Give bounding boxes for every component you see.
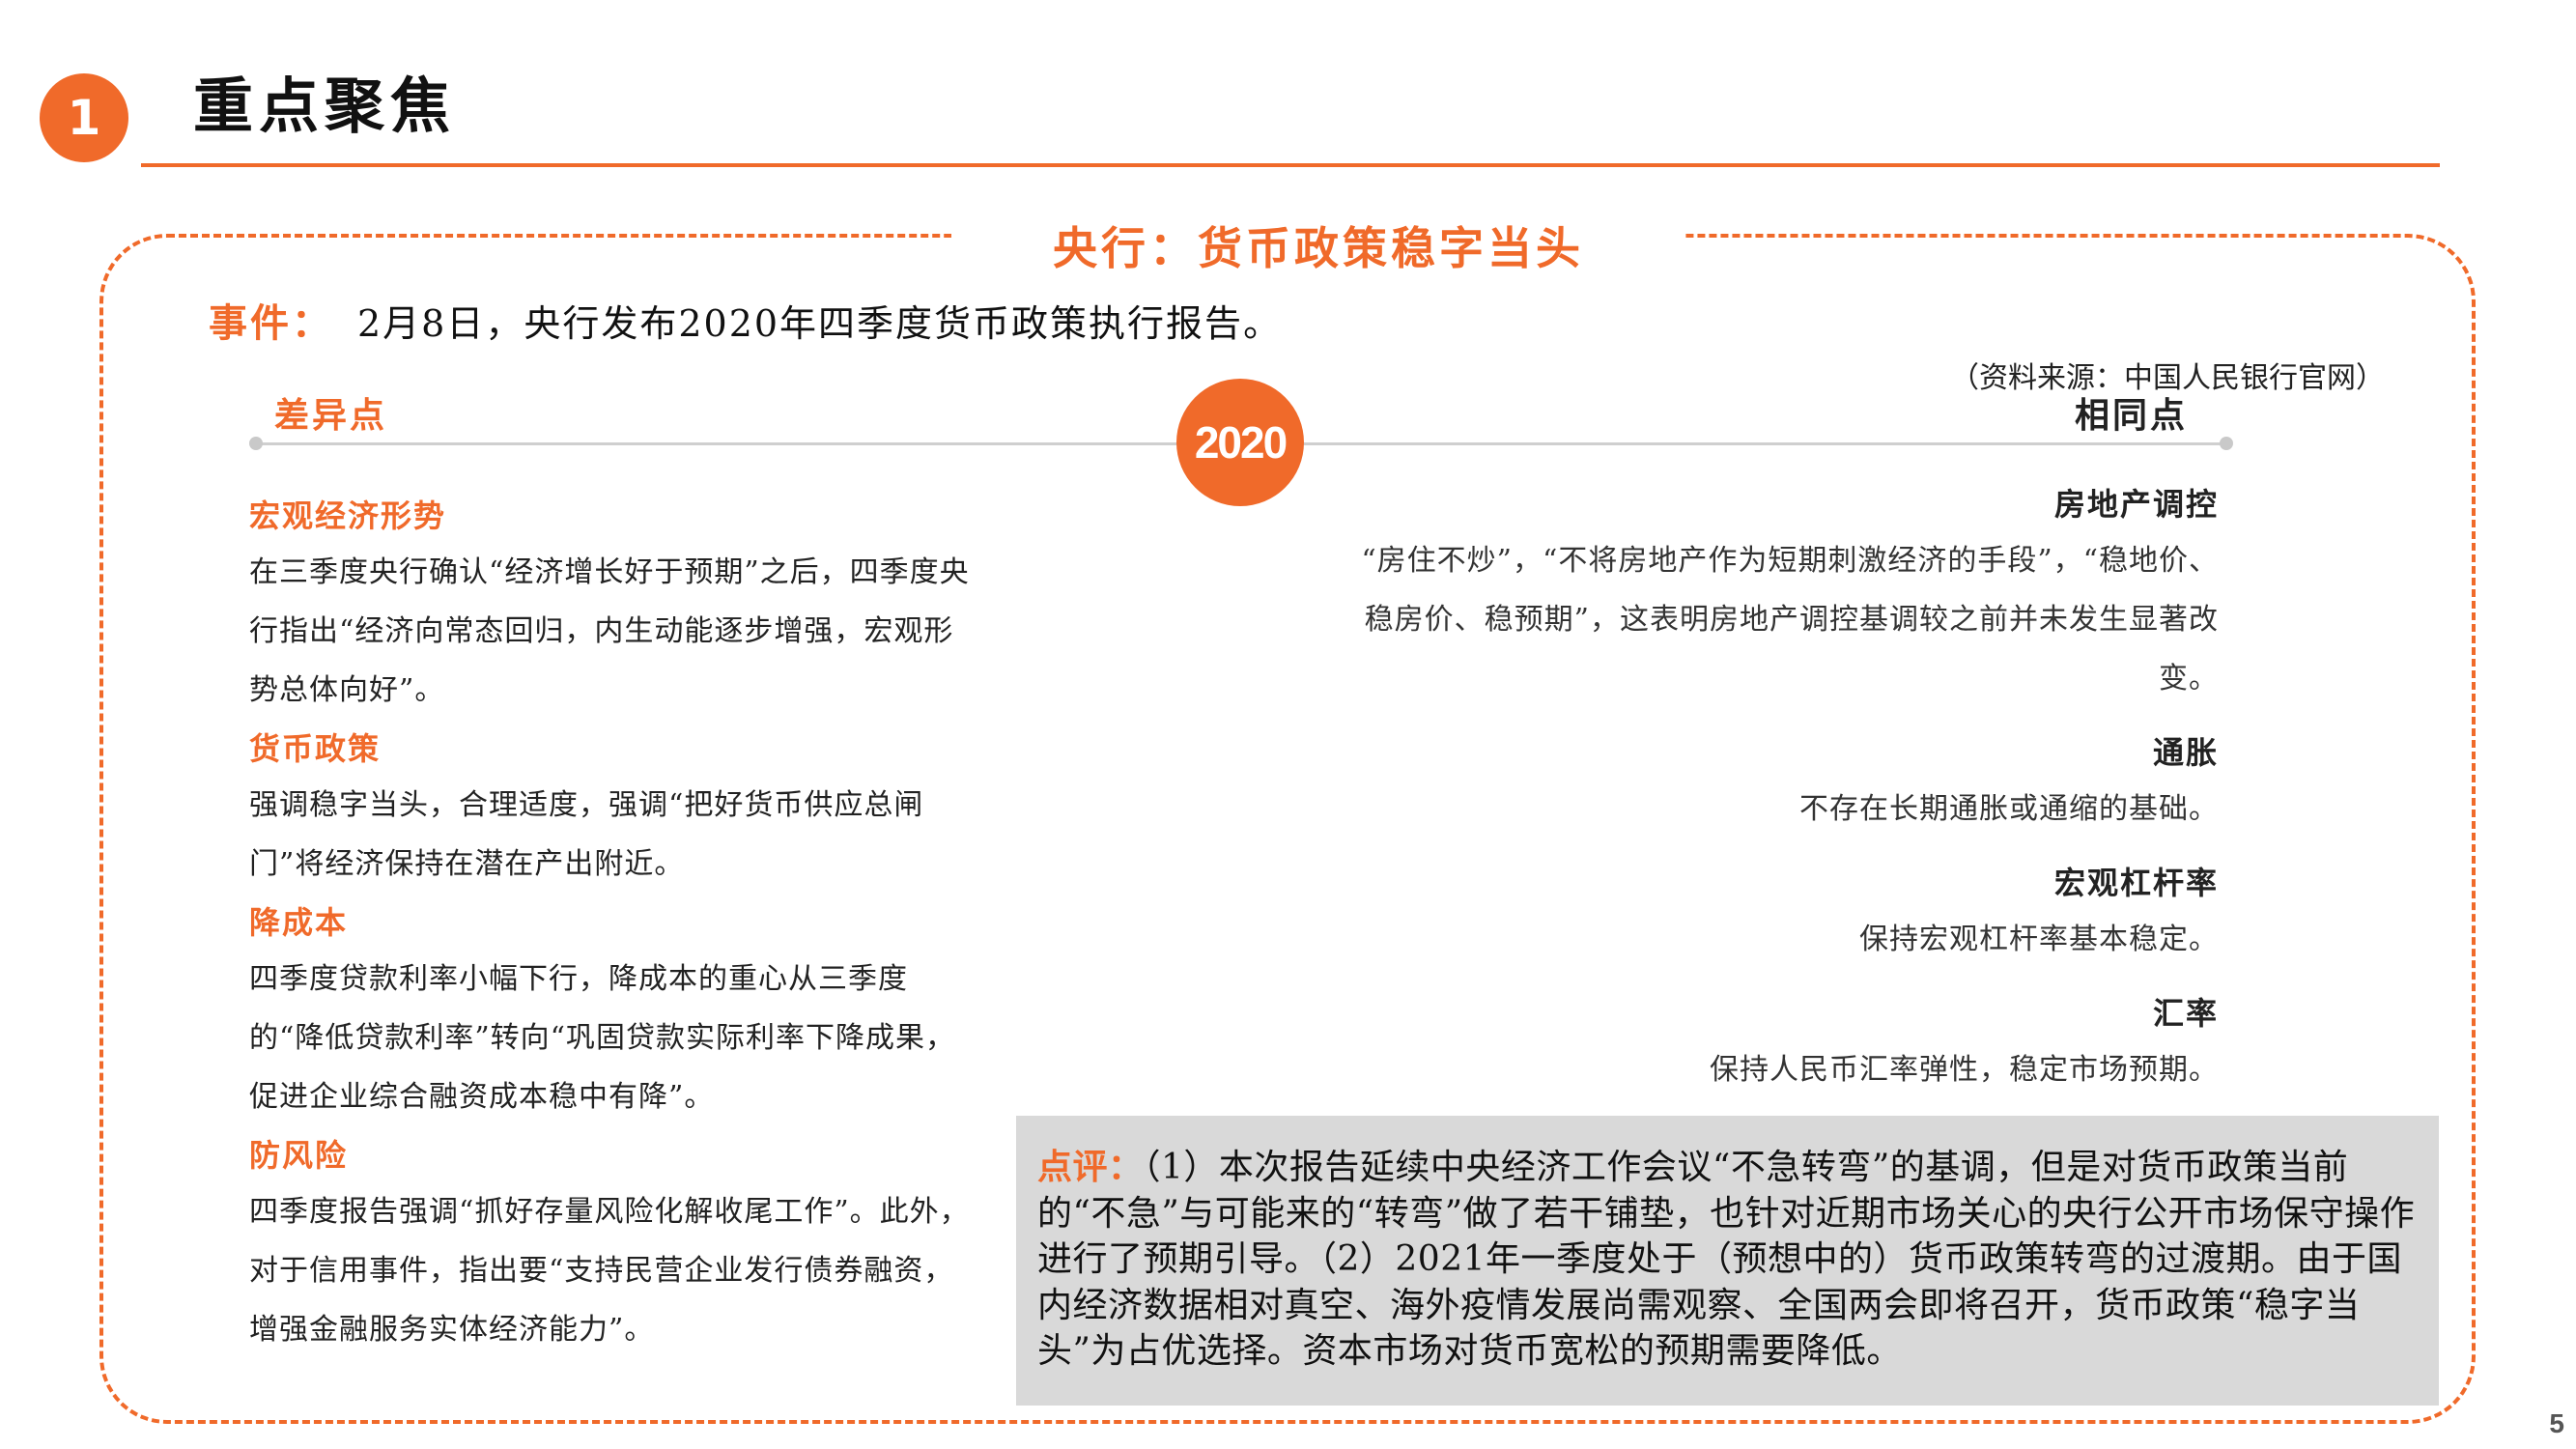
timeline-end-dot bbox=[2220, 437, 2233, 450]
header-divider bbox=[141, 163, 2440, 167]
similarities-label: 相同点 bbox=[2074, 395, 2188, 436]
difference-heading: 货币政策 bbox=[249, 730, 382, 767]
similarities-list: 房地产调控 “房住不炒”，“不将房地产作为短期刺激经济的手段”，“稳地价、稳房价… bbox=[1349, 477, 2219, 1117]
differences-label: 差异点 bbox=[274, 395, 388, 436]
difference-text: 四季度贷款利率小幅下行，降成本的重心从三季度的“降低贷款利率”转向“巩固贷款实际… bbox=[249, 962, 956, 1114]
similarity-heading: 房地产调控 bbox=[2053, 486, 2219, 523]
comment-text: （1）本次报告延续中央经济工作会议“不急转弯”的基调，但是对货币政策当前的“不急… bbox=[1037, 1148, 2416, 1371]
difference-text: 强调稳字当头，合理适度，强调“把好货币供应总闸门”将经济保持在潜在产出附近。 bbox=[249, 788, 924, 881]
comment-box: 点评：（1）本次报告延续中央经济工作会议“不急转弯”的基调，但是对货币政策当前的… bbox=[1016, 1116, 2439, 1406]
similarity-item: 汇率 保持人民币汇率弹性，稳定市场预期。 bbox=[1349, 986, 2219, 1099]
similarity-item: 通胀 不存在长期通胀或通缩的基础。 bbox=[1349, 725, 2219, 838]
similarity-text: 保持宏观杠杆率基本稳定。 bbox=[1859, 923, 2219, 956]
similarity-text: 不存在长期通胀或通缩的基础。 bbox=[1799, 792, 2219, 826]
difference-heading: 防风险 bbox=[249, 1137, 349, 1174]
difference-item: 降成本 四季度贷款利率小幅下行，降成本的重心从三季度的“降低贷款利率”转向“巩固… bbox=[249, 895, 974, 1126]
similarity-item: 宏观杠杆率 保持宏观杠杆率基本稳定。 bbox=[1349, 856, 2219, 969]
section-number-badge: 1 bbox=[40, 73, 128, 162]
similarity-heading: 汇率 bbox=[2152, 995, 2219, 1032]
similarity-text: “房住不炒”，“不将房地产作为短期刺激经济的手段”，“稳地价、稳房价、稳预期”，… bbox=[1361, 544, 2219, 696]
difference-text: 四季度报告强调“抓好存量风险化解收尾工作”。此外，对于信用事件，指出要“支持民营… bbox=[249, 1195, 970, 1347]
similarity-heading: 通胀 bbox=[2152, 734, 2219, 771]
difference-text: 在三季度央行确认“经济增长好于预期”之后，四季度央行指出“经济向常态回归，内生动… bbox=[249, 555, 970, 707]
section-title: 重点聚焦 bbox=[193, 71, 457, 141]
year-badge: 2020 bbox=[1176, 379, 1304, 506]
differences-list: 宏观经济形势 在三季度央行确认“经济增长好于预期”之后，四季度央行指出“经济向常… bbox=[249, 489, 974, 1361]
difference-heading: 宏观经济形势 bbox=[249, 497, 447, 534]
event-label: 事件： bbox=[209, 300, 333, 346]
page-number: 5 bbox=[2549, 1408, 2564, 1438]
comment-label: 点评： bbox=[1037, 1147, 1144, 1187]
similarity-heading: 宏观杠杆率 bbox=[2053, 865, 2219, 901]
difference-item: 防风险 四季度报告强调“抓好存量风险化解收尾工作”。此外，对于信用事件，指出要“… bbox=[249, 1128, 974, 1359]
event-text: 2月8日，央行发布2020年四季度货币政策执行报告。 bbox=[357, 302, 1283, 345]
timeline-start-dot bbox=[249, 437, 263, 450]
difference-item: 宏观经济形势 在三季度央行确认“经济增长好于预期”之后，四季度央行指出“经济向常… bbox=[249, 489, 974, 720]
difference-heading: 降成本 bbox=[249, 904, 349, 941]
similarity-text: 保持人民币汇率弹性，稳定市场预期。 bbox=[1710, 1053, 2219, 1087]
similarity-item: 房地产调控 “房住不炒”，“不将房地产作为短期刺激经济的手段”，“稳地价、稳房价… bbox=[1349, 477, 2219, 708]
main-title: 央行：货币政策稳字当头 bbox=[1053, 222, 1584, 274]
difference-item: 货币政策 强调稳字当头，合理适度，强调“把好货币供应总闸门”将经济保持在潜在产出… bbox=[249, 722, 974, 894]
